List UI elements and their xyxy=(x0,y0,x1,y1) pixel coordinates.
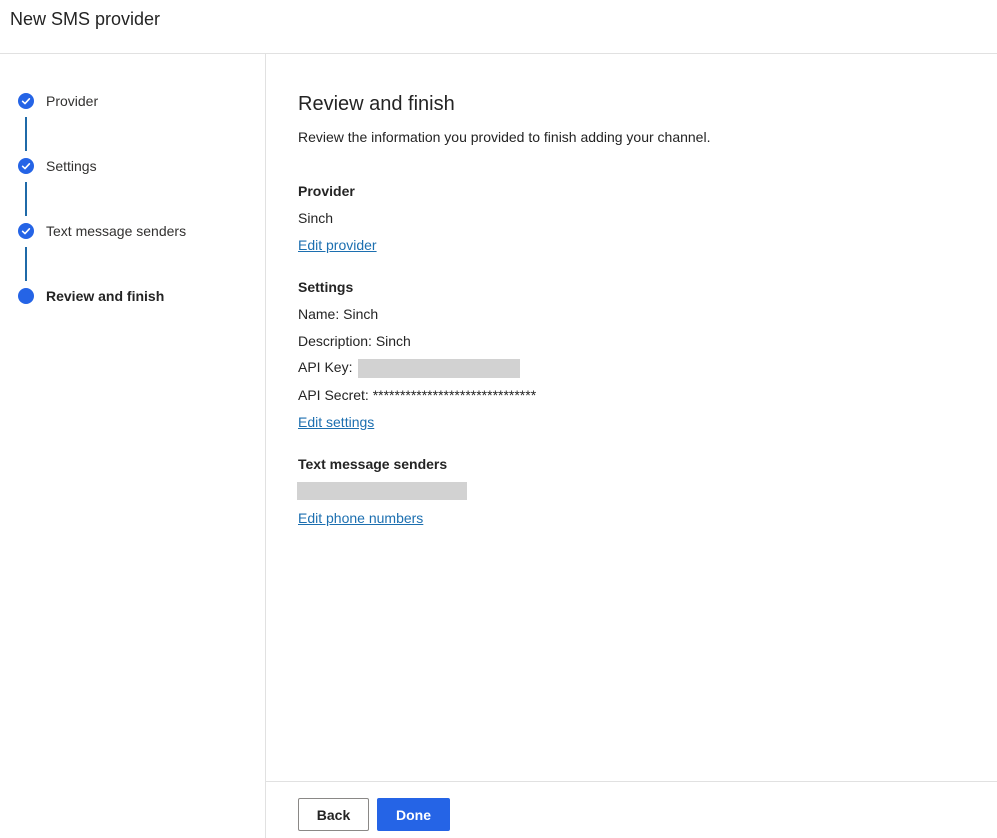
step-current-dot-icon xyxy=(18,288,34,304)
wizard-footer: Back Done xyxy=(266,781,997,838)
step-complete-checkmark-icon xyxy=(18,223,34,239)
edit-provider-link[interactable]: Edit provider xyxy=(298,236,377,254)
step-text-message-senders-label[interactable]: Text message senders xyxy=(46,222,186,240)
settings-api-secret-row: API Secret: ****************************… xyxy=(298,386,536,404)
page-header: New SMS provider xyxy=(0,0,997,54)
step-settings-label[interactable]: Settings xyxy=(46,157,97,175)
settings-api-secret-value: ****************************** xyxy=(372,387,537,403)
settings-heading: Settings xyxy=(298,279,354,295)
step-complete-checkmark-icon xyxy=(18,93,34,109)
settings-description-label: Description: xyxy=(298,333,372,349)
text-message-senders-heading: Text message senders xyxy=(298,456,448,472)
provider-value: Sinch xyxy=(298,210,334,226)
step-complete-checkmark-icon xyxy=(18,158,34,174)
wizard-steps: Provider Settings Text message senders R… xyxy=(0,54,266,838)
page-description: Review the information you provided to f… xyxy=(298,129,711,145)
provider-heading: Provider xyxy=(298,183,355,199)
review-content: Review and finish Review the information… xyxy=(266,54,997,781)
step-connector-line xyxy=(25,117,27,151)
sender-phone-redacted-value xyxy=(297,482,467,500)
api-key-redacted-value xyxy=(358,358,521,378)
settings-name-label: Name: xyxy=(298,306,340,322)
settings-description-value: Sinch xyxy=(375,333,411,349)
settings-name-row: Name: Sinch xyxy=(298,305,378,323)
settings-api-key-row: API Key: xyxy=(298,358,521,378)
step-connector-line xyxy=(25,182,27,216)
settings-api-key-label: API Key: xyxy=(298,359,353,375)
edit-settings-link[interactable]: Edit settings xyxy=(298,413,374,431)
done-button[interactable]: Done xyxy=(377,798,450,831)
edit-phone-numbers-link[interactable]: Edit phone numbers xyxy=(298,509,423,527)
header-title: New SMS provider xyxy=(10,9,161,29)
settings-description-row: Description: Sinch xyxy=(298,332,411,350)
back-button[interactable]: Back xyxy=(298,798,369,831)
settings-name-value: Sinch xyxy=(343,306,379,322)
step-connector-line xyxy=(25,247,27,281)
page-title: Review and finish xyxy=(298,93,455,115)
step-review-and-finish-label: Review and finish xyxy=(46,288,165,304)
step-provider-label[interactable]: Provider xyxy=(46,92,98,110)
settings-api-secret-label: API Secret: xyxy=(298,387,369,403)
